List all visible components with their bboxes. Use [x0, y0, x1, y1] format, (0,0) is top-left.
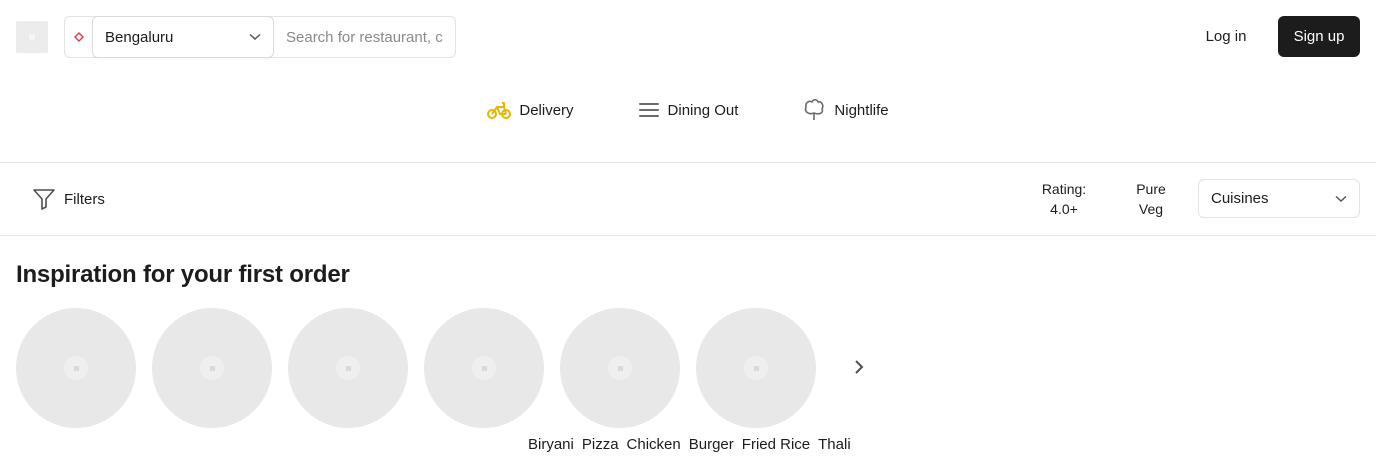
location-pin-icon — [65, 17, 92, 57]
pure-veg-filter[interactable]: Pure Veg — [1126, 179, 1176, 219]
dish-label[interactable]: Thali — [818, 436, 851, 453]
cuisines-dropdown[interactable]: Cuisines — [1198, 179, 1360, 218]
dish-label[interactable]: Chicken — [627, 436, 681, 453]
rating-value: 4.0+ — [1050, 201, 1078, 217]
dish-label[interactable]: Biryani — [528, 436, 574, 453]
chevron-down-icon — [249, 33, 261, 41]
pure-veg-label-line1: Pure — [1136, 181, 1166, 197]
signup-button[interactable]: Sign up — [1278, 16, 1360, 57]
dish-labels: Biryani Pizza Chicken Burger Fried Rice … — [528, 436, 851, 453]
logo-image — [29, 34, 35, 40]
section-title: Inspiration for your first order — [16, 261, 350, 288]
scooter-icon — [487, 102, 512, 119]
menu-icon — [638, 103, 659, 117]
divider — [0, 162, 1376, 163]
location-value: Bengaluru — [105, 28, 174, 46]
filters-label: Filters — [64, 190, 105, 208]
filters-button[interactable]: Filters — [32, 186, 105, 212]
dish-label[interactable]: Fried Rice — [742, 436, 810, 453]
search-bar: Bengaluru — [64, 16, 456, 58]
carousel-next-button[interactable] — [846, 354, 872, 380]
chevron-down-icon — [1335, 195, 1347, 202]
login-button[interactable]: Log in — [1190, 16, 1262, 57]
dish-image-fried-rice[interactable] — [560, 308, 680, 428]
dish-image-biryani[interactable] — [16, 308, 136, 428]
category-tabs: Delivery Dining Out Nightlife — [0, 92, 1376, 128]
tab-nightlife[interactable]: Nightlife — [770, 92, 920, 128]
dish-image-thali[interactable] — [696, 308, 816, 428]
location-select[interactable]: Bengaluru — [92, 16, 274, 58]
tab-label: Dining Out — [667, 101, 739, 119]
dish-image-pizza[interactable] — [152, 308, 272, 428]
chevron-right-icon — [855, 360, 864, 374]
tree-icon — [805, 98, 825, 120]
dish-label[interactable]: Burger — [689, 436, 734, 453]
dish-carousel — [16, 308, 816, 428]
divider — [0, 235, 1376, 236]
dish-image-chicken[interactable] — [288, 308, 408, 428]
tab-dining-out[interactable]: Dining Out — [606, 92, 771, 128]
tab-label: Delivery — [519, 101, 574, 119]
tab-label: Nightlife — [834, 101, 889, 119]
funnel-icon — [33, 189, 55, 210]
pure-veg-label-line2: Veg — [1138, 201, 1164, 217]
search-input[interactable] — [274, 17, 455, 57]
cuisines-label: Cuisines — [1211, 190, 1269, 207]
rating-label: Rating: — [1041, 181, 1087, 197]
dish-label[interactable]: Pizza — [582, 436, 619, 453]
rating-filter[interactable]: Rating: 4.0+ — [1034, 179, 1094, 219]
tab-delivery[interactable]: Delivery — [455, 92, 605, 128]
logo[interactable] — [16, 21, 48, 53]
dish-image-burger[interactable] — [424, 308, 544, 428]
